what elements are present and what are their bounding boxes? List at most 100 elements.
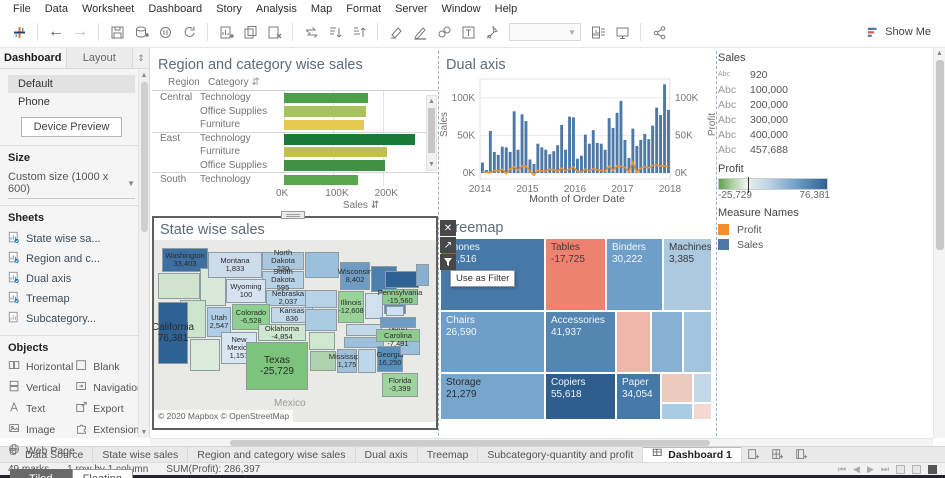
menu-story[interactable]: Story: [209, 2, 249, 16]
go-to-sheet-button[interactable]: ↗: [440, 237, 456, 253]
state-north-carolina[interactable]: North Carolina-7,491: [376, 329, 420, 342]
tableau-logo-icon[interactable]: [8, 21, 30, 43]
scroll-up-icon[interactable]: ▲: [139, 70, 149, 81]
size-select[interactable]: Custom size (1000 x 600) ▼: [8, 169, 135, 199]
tile[interactable]: [693, 373, 712, 403]
state-minnesota[interactable]: [305, 252, 339, 278]
sales-bar[interactable]: [284, 147, 387, 158]
scroll-down-icon[interactable]: ▼: [139, 427, 149, 438]
region-chart-row[interactable]: Office Supplies: [152, 105, 438, 119]
state-wisconsin[interactable]: Wisconsin8,402: [340, 262, 370, 290]
treemap-panel[interactable]: Treemap Phones44,516Tables-17,725Binders…: [440, 216, 714, 430]
clear-sheet-icon[interactable]: [263, 21, 285, 43]
state-texas[interactable]: Texas-25,729: [246, 342, 308, 390]
new-worksheet-icon[interactable]: [215, 21, 237, 43]
state-iowa[interactable]: [305, 290, 337, 308]
tab-dashboard[interactable]: Dashboard: [0, 48, 67, 68]
sales-legend-item[interactable]: Abc200,000: [718, 97, 848, 112]
fit-axes-icon[interactable]: [587, 21, 609, 43]
menu-analysis[interactable]: Analysis: [249, 2, 304, 16]
pause-auto-updates-icon[interactable]: [154, 21, 176, 43]
state-nebraska[interactable]: Nebraska2,037: [266, 290, 310, 306]
tile-paper[interactable]: Paper34,054: [616, 373, 661, 420]
state-arizona[interactable]: [190, 339, 220, 371]
scroll-up-icon[interactable]: ▲: [427, 96, 436, 107]
highlight-icon[interactable]: [385, 21, 407, 43]
menu-dashboard[interactable]: Dashboard: [141, 2, 209, 16]
share-icon[interactable]: [648, 21, 670, 43]
measure-legend-item[interactable]: Profit: [718, 222, 848, 237]
object-extension[interactable]: Extension: [75, 422, 143, 438]
state-virginia[interactable]: [380, 317, 416, 328]
region-category-sales-panel[interactable]: Region and category wise sales RegionCat…: [152, 53, 438, 215]
zone-drag-handle[interactable]: [281, 211, 305, 219]
sales-bar[interactable]: [284, 175, 358, 186]
state-west-virginia[interactable]: [386, 306, 404, 316]
measure-legend-item[interactable]: Sales: [718, 237, 848, 252]
tile-binders[interactable]: Binders30,222: [606, 238, 663, 311]
sort-icon[interactable]: ⇵: [251, 77, 259, 88]
app-horizontal-scrollbar[interactable]: [150, 438, 933, 446]
region-chart-scrollbar[interactable]: ▲ ▼: [426, 95, 437, 171]
sales-legend-item[interactable]: Abc100,000: [718, 82, 848, 97]
tile[interactable]: [683, 311, 712, 373]
sheet-list-item[interactable]: State wise sa...: [8, 229, 135, 249]
filmstrip-view-icon[interactable]: [912, 465, 921, 474]
tile-storage[interactable]: Storage21,279: [440, 373, 545, 420]
region-chart-row[interactable]: EastTechnology: [152, 132, 438, 146]
tile[interactable]: [661, 373, 693, 403]
new-story-tab[interactable]: [790, 447, 814, 462]
menu-data[interactable]: Data: [38, 2, 75, 16]
state-new-england[interactable]: [416, 264, 429, 286]
state-south-dakota[interactable]: South Dakota595: [262, 271, 304, 289]
first-page-icon[interactable]: ⏮: [838, 464, 846, 475]
sales-bar[interactable]: [284, 134, 415, 145]
pin-icon[interactable]: [481, 21, 503, 43]
menu-worksheet[interactable]: Worksheet: [75, 2, 141, 16]
sales-legend-item[interactable]: Abc457,688: [718, 142, 848, 157]
sheet-list-item[interactable]: Subcategory...: [8, 309, 135, 329]
tab-treemap[interactable]: Treemap: [418, 447, 479, 462]
sidebar-scrollbar[interactable]: ▲ ▼: [138, 70, 149, 438]
tile[interactable]: [693, 403, 712, 420]
use-as-filter-button[interactable]: [440, 254, 456, 270]
sales-bar[interactable]: [284, 160, 385, 171]
dual-axis-panel[interactable]: Dual axis 201420152016201720180K0K50K50K…: [440, 53, 714, 215]
floating-button[interactable]: Floating: [72, 469, 134, 478]
sales-legend-item[interactable]: Abc300,000: [718, 112, 848, 127]
state-wyoming[interactable]: Wyoming100: [226, 279, 266, 303]
hyperlink-icon[interactable]: [433, 21, 455, 43]
profit-color-gradient[interactable]: [718, 178, 828, 190]
menu-server[interactable]: Server: [388, 2, 434, 16]
new-worksheet-tab[interactable]: [742, 447, 766, 462]
region-chart-row[interactable]: SouthTechnology: [152, 172, 438, 186]
object-horizontal[interactable]: Horizontal: [8, 359, 73, 375]
sheet-list-item[interactable]: Treemap: [8, 289, 135, 309]
sort-descending-icon[interactable]: [348, 21, 370, 43]
sales-bar[interactable]: [284, 106, 366, 117]
state-oklahoma[interactable]: Oklahoma-4,854: [258, 324, 306, 341]
sales-legend-item[interactable]: Abc920: [718, 67, 848, 82]
back-icon[interactable]: ←: [45, 21, 67, 43]
tile[interactable]: [616, 311, 651, 373]
new-data-source-icon[interactable]: [130, 21, 152, 43]
menu-map[interactable]: Map: [304, 2, 339, 16]
last-page-icon[interactable]: ⏭: [881, 464, 889, 475]
duplicate-sheet-icon[interactable]: [239, 21, 261, 43]
tile-chairs[interactable]: Chairs26,590: [440, 311, 545, 373]
state-alabama[interactable]: [358, 349, 376, 373]
tab-dual-axis[interactable]: Dual axis: [356, 447, 418, 462]
state-missouri[interactable]: [305, 309, 337, 331]
sales-bar[interactable]: [284, 93, 368, 104]
state-montana[interactable]: Montana1,833: [208, 252, 262, 278]
prev-page-icon[interactable]: ◀: [853, 464, 860, 475]
state-arkansas[interactable]: [309, 332, 335, 350]
swap-rows-columns-icon[interactable]: [300, 21, 322, 43]
menu-format[interactable]: Format: [339, 2, 388, 16]
next-page-icon[interactable]: ▶: [867, 464, 874, 475]
tab-subcategory-quantity-and-profit[interactable]: Subcategory-quantity and profit: [478, 447, 643, 462]
menu-file[interactable]: File: [6, 2, 38, 16]
region-chart-row[interactable]: Furniture: [152, 145, 438, 159]
grid-view-icon[interactable]: [896, 465, 905, 474]
scroll-down-icon[interactable]: ▼: [427, 159, 436, 170]
